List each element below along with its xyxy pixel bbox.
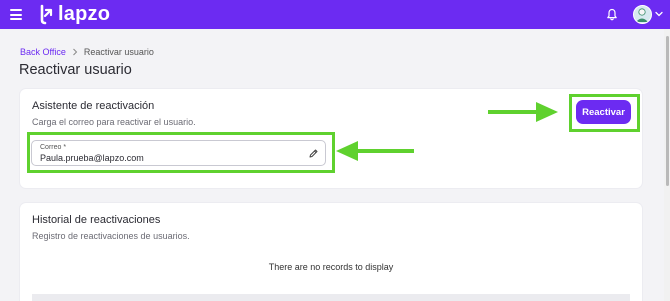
history-empty-message: There are no records to display xyxy=(268,262,394,272)
history-subtitle: Registro de reactivaciones de usuarios. xyxy=(32,231,190,241)
chevron-down-icon[interactable] xyxy=(655,11,663,17)
bell-icon[interactable] xyxy=(606,8,618,21)
chevron-right-icon xyxy=(73,48,78,56)
email-field-label: Correo * xyxy=(40,144,67,151)
avatar-figure-icon xyxy=(636,8,648,22)
logo[interactable]: lapzo xyxy=(37,2,110,26)
arrow-right-annotation-icon xyxy=(488,102,558,122)
reactivation-title: Asistente de reactivación xyxy=(32,100,155,112)
logo-text: lapzo xyxy=(58,2,111,25)
reactivation-subtitle: Carga el correo para reactivar el usuari… xyxy=(32,117,196,127)
pencil-icon[interactable] xyxy=(308,148,319,159)
breadcrumb-current: Reactivar usuario xyxy=(83,47,154,57)
reactivar-button[interactable]: Reactivar xyxy=(576,100,631,124)
arrow-left-annotation-icon xyxy=(336,141,414,161)
page-title: Reactivar usuario xyxy=(19,62,132,78)
scrollbar-thumb[interactable] xyxy=(666,36,669,186)
history-title: Historial de reactivaciones xyxy=(32,214,161,226)
user-avatar[interactable] xyxy=(633,5,652,24)
breadcrumb: Back Office Reactivar usuario xyxy=(20,47,154,57)
lapzo-logo-icon xyxy=(40,4,53,25)
email-field-value[interactable]: Paula.prueba@lapzo.com xyxy=(40,153,144,163)
breadcrumb-link-back-office[interactable]: Back Office xyxy=(20,47,66,57)
hamburger-icon[interactable] xyxy=(10,9,22,20)
email-field[interactable]: Correo * Paula.prueba@lapzo.com xyxy=(31,140,326,166)
history-table-header xyxy=(32,294,630,301)
